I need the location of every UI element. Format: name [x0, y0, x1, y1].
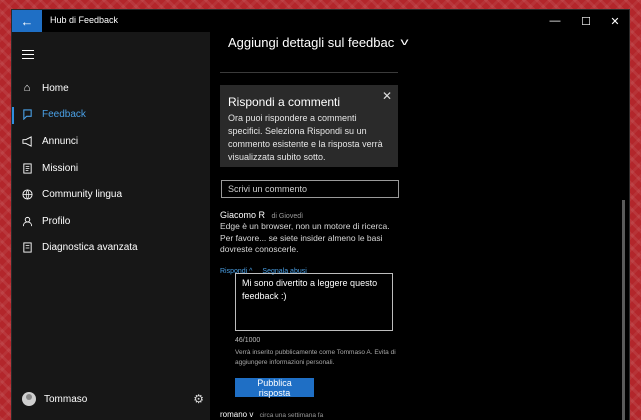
sidebar: ⌂ Home Feedback Annunci Missioni Communi…: [12, 32, 210, 420]
card-title: Rispondi a commenti: [228, 95, 341, 109]
globe-icon: [12, 189, 42, 201]
next-comment-header: romano v circa una settimana fa: [220, 410, 323, 419]
sidebar-item-feedback[interactable]: Feedback: [12, 102, 210, 129]
close-icon[interactable]: ✕: [382, 89, 392, 103]
quest-icon: [12, 162, 42, 174]
char-counter: 46/1000: [235, 337, 261, 344]
minimize-button[interactable]: —: [540, 10, 570, 32]
sidebar-item-diagnostica[interactable]: Diagnostica avanzata: [12, 235, 210, 262]
sidebar-item-annunci[interactable]: Annunci: [12, 128, 210, 155]
feedback-hub-window: ← Hub di Feedback — ☐ ✕ ⌂ Home Feedback: [12, 10, 629, 420]
next-comment-author: romano v: [220, 410, 254, 419]
details-dropdown[interactable]: Aggiungi dettagli sul feedbac v: [228, 35, 409, 50]
reply-info-card: Rispondi a commenti ✕ Ora puoi risponder…: [220, 85, 398, 167]
sidebar-item-profilo[interactable]: Profilo: [12, 208, 210, 235]
comment-text: Edge è un browser, non un motore di rice…: [220, 221, 390, 254]
comment-header: Giacomo R di Giovedì: [220, 210, 303, 220]
chevron-down-icon: v: [400, 37, 409, 48]
avatar: [22, 392, 36, 406]
hamburger-menu-icon[interactable]: [22, 50, 34, 60]
maximize-button[interactable]: ☐: [571, 10, 601, 32]
sidebar-item-label: Profilo: [42, 215, 71, 227]
next-comment-date: circa una settimana fa: [259, 412, 324, 419]
sidebar-item-label: Annunci: [42, 135, 79, 147]
publish-reply-button[interactable]: Pubblica risposta: [235, 378, 314, 398]
back-button[interactable]: ←: [12, 10, 42, 32]
sidebar-item-label: Feedback: [42, 109, 86, 121]
divider: [220, 72, 398, 73]
user-account[interactable]: Tommaso ⚙: [12, 384, 210, 414]
card-text: Ora puoi rispondere a commenti specifici…: [228, 113, 383, 162]
title-bar: ← Hub di Feedback — ☐ ✕: [12, 10, 629, 32]
comment-date: di Giovedì: [271, 213, 304, 220]
privacy-notice: Verrà inserito pubblicamente come Tommas…: [235, 349, 396, 366]
megaphone-icon: [12, 135, 42, 147]
nav-list: ⌂ Home Feedback Annunci Missioni Communi…: [12, 75, 210, 261]
sidebar-item-community[interactable]: Community lingua: [12, 181, 210, 208]
diagnostics-icon: [12, 242, 42, 254]
comment-author: Giacomo R: [220, 210, 266, 220]
main-content: Aggiungi dettagli sul feedbac v Rispondi…: [210, 32, 629, 420]
app-title: Hub di Feedback: [50, 15, 119, 25]
person-icon: [12, 215, 42, 227]
home-icon: ⌂: [23, 82, 31, 95]
sidebar-item-label: Home: [42, 82, 69, 94]
reply-textarea[interactable]: Mi sono divertito a leggere questo feedb…: [235, 273, 393, 331]
back-arrow-icon: ←: [20, 13, 34, 29]
sidebar-item-missioni[interactable]: Missioni: [12, 155, 210, 182]
sidebar-item-label: Missioni: [42, 162, 79, 174]
gear-icon[interactable]: ⚙: [193, 392, 204, 406]
close-button[interactable]: ✕: [600, 10, 629, 32]
sidebar-item-home[interactable]: ⌂ Home: [12, 75, 210, 102]
comment-input[interactable]: Scrivi un commento: [221, 180, 399, 198]
user-name: Tommaso: [44, 393, 88, 405]
sidebar-item-label: Diagnostica avanzata: [42, 242, 138, 254]
scrollbar[interactable]: [622, 200, 625, 420]
sidebar-item-label: Community lingua: [42, 189, 123, 201]
dropdown-label: Aggiungi dettagli sul feedbac: [228, 35, 395, 50]
feedback-icon: [12, 109, 42, 121]
